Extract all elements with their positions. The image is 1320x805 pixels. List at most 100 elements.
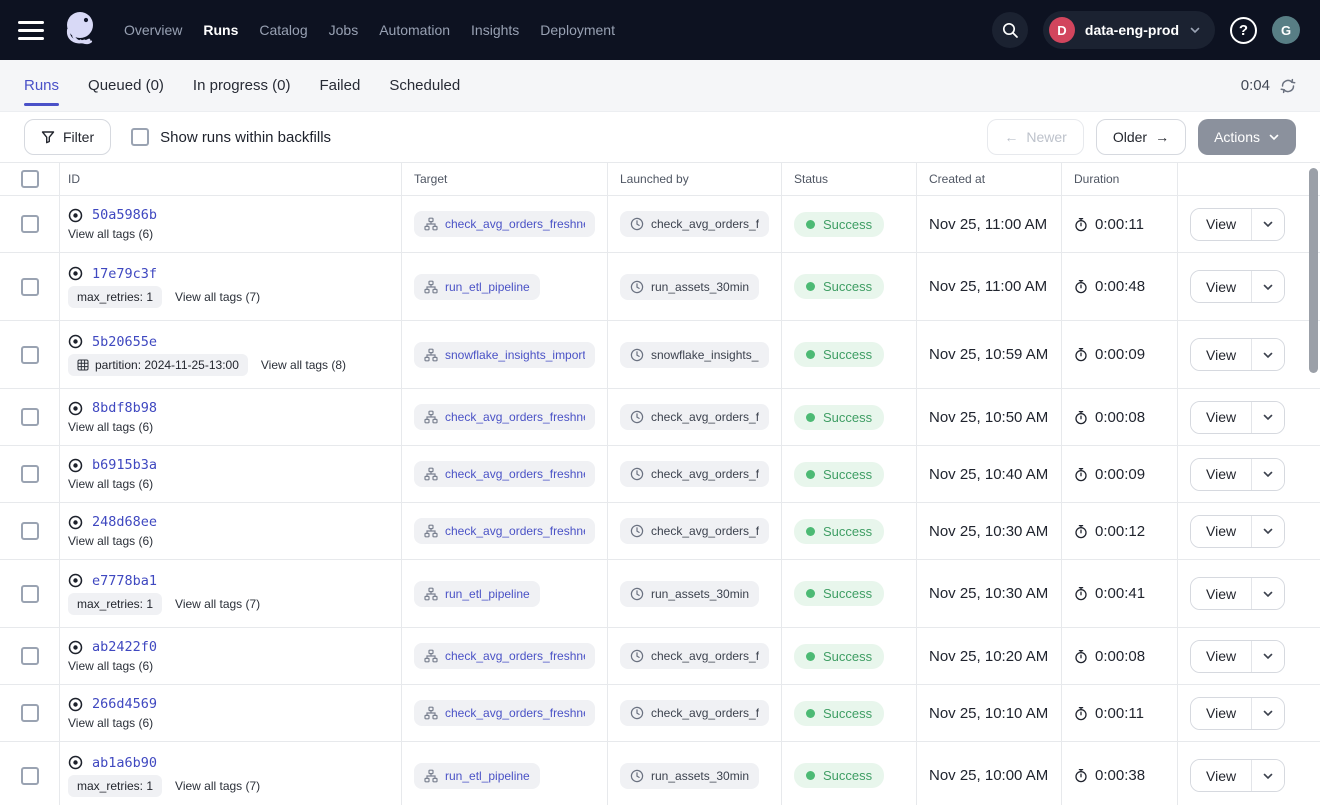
tag-pill[interactable]: partition: 2024-11-25-13:00 (68, 354, 248, 376)
launched-by-pill[interactable]: check_avg_orders_f… (620, 518, 769, 544)
launched-by-pill[interactable]: check_avg_orders_f… (620, 461, 769, 487)
view-button[interactable]: View (1191, 578, 1252, 609)
view-all-tags-link[interactable]: View all tags (6) (68, 477, 153, 491)
run-id-link[interactable]: 17e79c3f (92, 266, 157, 282)
nav-catalog[interactable]: Catalog (259, 22, 307, 38)
backfills-checkbox[interactable] (131, 128, 149, 146)
target-pill[interactable]: run_etl_pipeline (414, 763, 540, 789)
launched-by-pill[interactable]: snowflake_insights_… (620, 342, 769, 368)
view-dropdown-button[interactable] (1252, 209, 1284, 240)
tag-pill[interactable]: max_retries: 1 (68, 286, 162, 308)
view-all-tags-link[interactable]: View all tags (8) (261, 358, 346, 372)
row-checkbox[interactable] (21, 522, 39, 540)
view-dropdown-button[interactable] (1252, 339, 1284, 370)
target-pill[interactable]: check_avg_orders_freshne (414, 643, 595, 669)
launched-by-pill[interactable]: check_avg_orders_f… (620, 643, 769, 669)
row-checkbox[interactable] (21, 408, 39, 426)
view-all-tags-link[interactable]: View all tags (7) (175, 779, 260, 793)
target-pill[interactable]: check_avg_orders_freshne (414, 518, 595, 544)
target-pill[interactable]: check_avg_orders_freshne (414, 700, 595, 726)
view-button[interactable]: View (1191, 760, 1252, 791)
view-dropdown-button[interactable] (1252, 271, 1284, 302)
row-checkbox[interactable] (21, 465, 39, 483)
launched-by-pill[interactable]: run_assets_30min (620, 581, 759, 607)
tab-scheduled[interactable]: Scheduled (389, 60, 460, 111)
view-dropdown-button[interactable] (1252, 578, 1284, 609)
run-id-link[interactable]: 5b20655e (92, 334, 157, 350)
show-backfills-option[interactable]: Show runs within backfills (131, 128, 331, 146)
view-all-tags-link[interactable]: View all tags (7) (175, 290, 260, 304)
nav-automation[interactable]: Automation (379, 22, 450, 38)
view-dropdown-button[interactable] (1252, 402, 1284, 433)
scrollbar-thumb[interactable] (1309, 168, 1318, 373)
view-button[interactable]: View (1191, 402, 1252, 433)
launched-by-pill[interactable]: check_avg_orders_f… (620, 700, 769, 726)
nav-deployment[interactable]: Deployment (540, 22, 615, 38)
tab-queued[interactable]: Queued (0) (88, 60, 164, 111)
target-pill[interactable]: run_etl_pipeline (414, 581, 540, 607)
row-checkbox[interactable] (21, 647, 39, 665)
tab-in-progress[interactable]: In progress (0) (193, 60, 291, 111)
search-icon[interactable] (992, 12, 1028, 48)
target-pill[interactable]: check_avg_orders_freshne (414, 461, 595, 487)
launched-by-pill[interactable]: check_avg_orders_f… (620, 404, 769, 430)
run-id-link[interactable]: 8bdf8b98 (92, 400, 157, 416)
tab-failed[interactable]: Failed (319, 60, 360, 111)
filter-button[interactable]: Filter (24, 119, 111, 155)
launched-by-pill[interactable]: run_assets_30min (620, 274, 759, 300)
view-dropdown-button[interactable] (1252, 760, 1284, 791)
view-all-tags-link[interactable]: View all tags (6) (68, 420, 153, 434)
older-button[interactable]: Older → (1096, 119, 1186, 155)
run-id-link[interactable]: ab1a6b90 (92, 755, 157, 771)
view-button[interactable]: View (1191, 339, 1252, 370)
target-pill[interactable]: snowflake_insights_import (414, 342, 595, 368)
run-id-link[interactable]: 50a5986b (92, 207, 157, 223)
view-all-tags-link[interactable]: View all tags (6) (68, 659, 153, 673)
view-all-tags-link[interactable]: View all tags (6) (68, 227, 153, 241)
run-id-link[interactable]: ab2422f0 (92, 639, 157, 655)
view-button[interactable]: View (1191, 641, 1252, 672)
run-id-link[interactable]: b6915b3a (92, 457, 157, 473)
row-checkbox[interactable] (21, 767, 39, 785)
target-pill[interactable]: run_etl_pipeline (414, 274, 540, 300)
deployment-switcher[interactable]: D data-eng-prod (1043, 11, 1215, 49)
newer-button[interactable]: ← Newer (987, 119, 1083, 155)
view-all-tags-link[interactable]: View all tags (6) (68, 716, 153, 730)
select-all-checkbox[interactable] (21, 170, 39, 188)
run-id-link[interactable]: 248d68ee (92, 514, 157, 530)
help-icon[interactable]: ? (1230, 17, 1257, 44)
user-avatar[interactable]: G (1272, 16, 1300, 44)
view-dropdown-button[interactable] (1252, 698, 1284, 729)
refresh-icon[interactable] (1280, 78, 1296, 94)
nav-jobs[interactable]: Jobs (329, 22, 359, 38)
run-id-link[interactable]: e7778ba1 (92, 573, 157, 589)
view-button[interactable]: View (1191, 698, 1252, 729)
row-checkbox[interactable] (21, 278, 39, 296)
row-checkbox[interactable] (21, 585, 39, 603)
nav-overview[interactable]: Overview (124, 22, 182, 38)
view-all-tags-link[interactable]: View all tags (7) (175, 597, 260, 611)
view-dropdown-button[interactable] (1252, 516, 1284, 547)
view-button[interactable]: View (1191, 271, 1252, 302)
launched-by-pill[interactable]: check_avg_orders_f… (620, 211, 769, 237)
view-dropdown-button[interactable] (1252, 641, 1284, 672)
actions-button[interactable]: Actions (1198, 119, 1296, 155)
view-button[interactable]: View (1191, 209, 1252, 240)
nav-insights[interactable]: Insights (471, 22, 519, 38)
run-id-link[interactable]: 266d4569 (92, 696, 157, 712)
row-checkbox[interactable] (21, 346, 39, 364)
view-all-tags-link[interactable]: View all tags (6) (68, 534, 153, 548)
hamburger-menu-icon[interactable] (18, 21, 44, 40)
target-pill[interactable]: check_avg_orders_freshne (414, 404, 595, 430)
target-pill[interactable]: check_avg_orders_freshne (414, 211, 595, 237)
row-checkbox[interactable] (21, 704, 39, 722)
launched-by-pill[interactable]: run_assets_30min (620, 763, 759, 789)
nav-runs[interactable]: Runs (203, 22, 238, 38)
dagster-logo[interactable] (60, 9, 100, 51)
row-checkbox[interactable] (21, 215, 39, 233)
tab-runs[interactable]: Runs (24, 60, 59, 111)
tag-pill[interactable]: max_retries: 1 (68, 593, 162, 615)
view-dropdown-button[interactable] (1252, 459, 1284, 490)
tag-pill[interactable]: max_retries: 1 (68, 775, 162, 797)
view-button[interactable]: View (1191, 459, 1252, 490)
